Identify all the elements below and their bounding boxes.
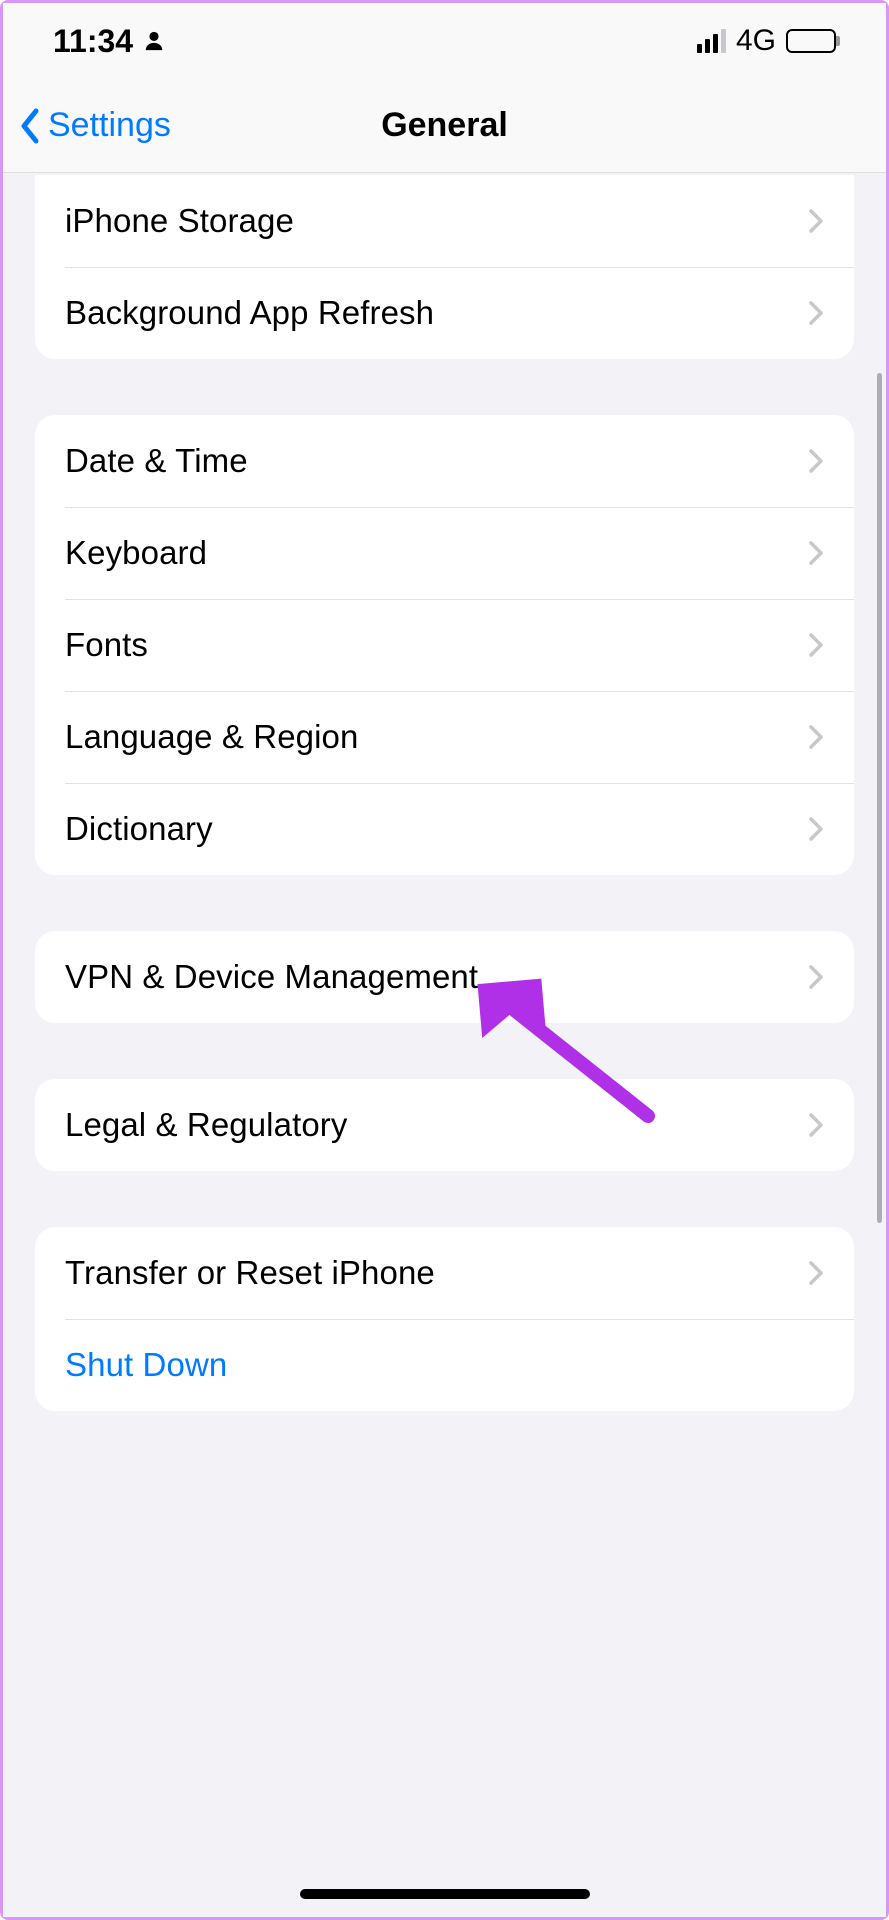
chevron-right-icon <box>808 964 824 990</box>
chevron-right-icon <box>808 1260 824 1286</box>
row-fonts[interactable]: Fonts <box>35 599 854 691</box>
status-bar: 11:34 4G <box>3 3 886 79</box>
chevron-right-icon <box>808 208 824 234</box>
scroll-indicator[interactable] <box>877 373 882 1223</box>
row-dictionary[interactable]: Dictionary <box>35 783 854 875</box>
row-transfer-reset[interactable]: Transfer or Reset iPhone <box>35 1227 854 1319</box>
section: VPN & Device Management <box>35 931 854 1023</box>
status-time: 11:34 <box>53 23 133 60</box>
row-date-time[interactable]: Date & Time <box>35 415 854 507</box>
row-label: Date & Time <box>65 442 248 480</box>
row-legal-regulatory[interactable]: Legal & Regulatory <box>35 1079 854 1171</box>
section: iPhone Storage Background App Refresh <box>35 175 854 359</box>
row-label: Shut Down <box>65 1346 227 1384</box>
row-label: VPN & Device Management <box>65 958 478 996</box>
row-keyboard[interactable]: Keyboard <box>35 507 854 599</box>
chevron-left-icon <box>18 107 42 145</box>
row-vpn-device-management[interactable]: VPN & Device Management <box>35 931 854 1023</box>
row-label: Dictionary <box>65 810 213 848</box>
status-left: 11:34 <box>53 23 165 60</box>
chevron-right-icon <box>808 1112 824 1138</box>
network-label: 4G <box>736 24 776 58</box>
chevron-right-icon <box>808 632 824 658</box>
status-right: 4G <box>697 24 836 58</box>
row-label: Background App Refresh <box>65 294 434 332</box>
back-button[interactable]: Settings <box>18 106 171 145</box>
home-indicator[interactable] <box>300 1889 590 1899</box>
content: iPhone Storage Background App Refresh Da… <box>3 173 886 1917</box>
chevron-right-icon <box>808 540 824 566</box>
section: Legal & Regulatory <box>35 1079 854 1171</box>
chevron-right-icon <box>808 448 824 474</box>
row-label: Keyboard <box>65 534 207 572</box>
person-icon <box>143 30 165 52</box>
row-label: Transfer or Reset iPhone <box>65 1254 435 1292</box>
row-background-app-refresh[interactable]: Background App Refresh <box>35 267 854 359</box>
chevron-right-icon <box>808 300 824 326</box>
row-language-region[interactable]: Language & Region <box>35 691 854 783</box>
row-label: iPhone Storage <box>65 202 294 240</box>
battery-icon <box>786 29 836 53</box>
section: Transfer or Reset iPhone Shut Down <box>35 1227 854 1411</box>
chevron-right-icon <box>808 724 824 750</box>
page-title: General <box>381 106 508 145</box>
row-label: Fonts <box>65 626 148 664</box>
row-label: Legal & Regulatory <box>65 1106 347 1144</box>
section: Date & Time Keyboard Fonts Language & Re… <box>35 415 854 875</box>
chevron-right-icon <box>808 816 824 842</box>
row-label: Language & Region <box>65 718 358 756</box>
nav-bar: Settings General <box>3 79 886 173</box>
row-shut-down[interactable]: Shut Down <box>35 1319 854 1411</box>
row-iphone-storage[interactable]: iPhone Storage <box>35 175 854 267</box>
signal-icon <box>697 29 726 53</box>
back-label: Settings <box>48 106 171 145</box>
